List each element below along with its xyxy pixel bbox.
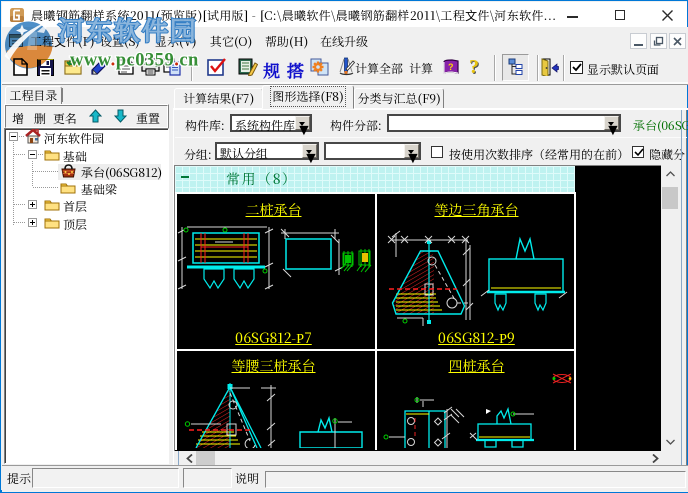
svg-text:?: ? [448, 60, 454, 73]
